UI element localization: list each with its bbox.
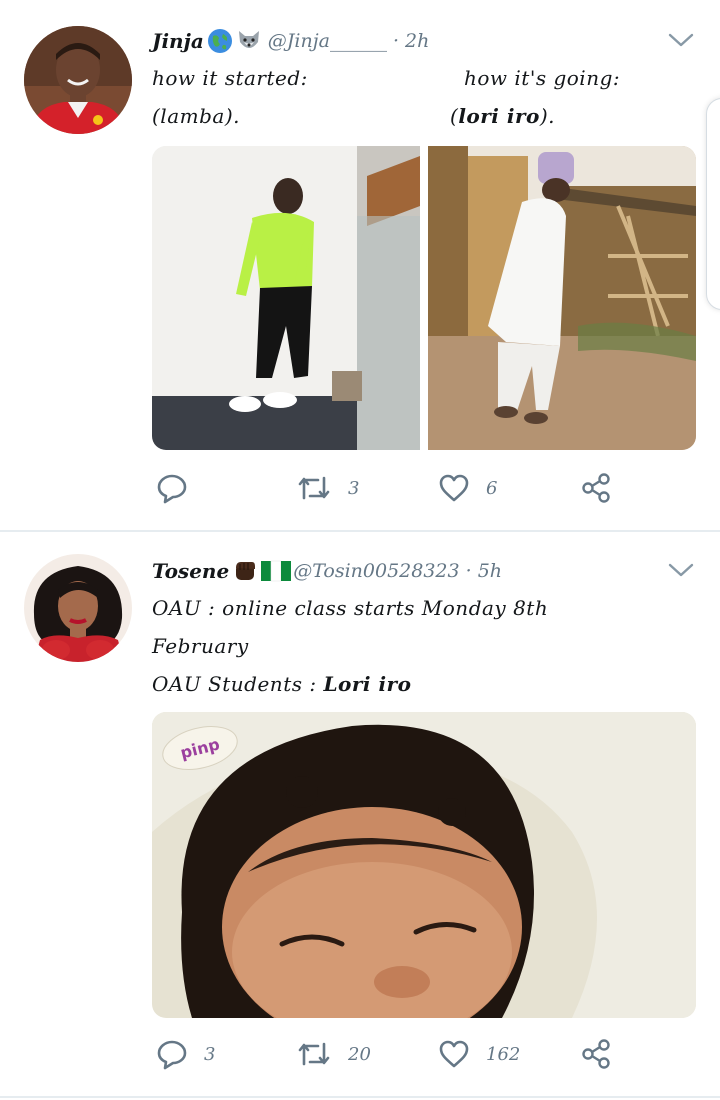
heart-icon: [439, 474, 469, 502]
tweet-image-right[interactable]: [428, 146, 696, 450]
tweet-text-line: February: [152, 634, 249, 658]
tweet-text-line: OAU Students : Lori iro: [152, 672, 412, 696]
floating-edge-tab[interactable]: [706, 98, 720, 310]
chevron-down-icon[interactable]: [668, 562, 694, 578]
retweet-icon: [298, 476, 330, 500]
globe-icon: [207, 28, 233, 54]
display-name[interactable]: Jinja: [152, 29, 204, 53]
like-button[interactable]: 162: [438, 1038, 520, 1070]
share-icon: [582, 1039, 610, 1069]
tweet-card[interactable]: Jinja @Jinja______ · 2h how it started: …: [0, 0, 720, 530]
tweet-actions: 3 6: [152, 472, 672, 512]
tweet-divider: [0, 1096, 720, 1098]
retweet-icon: [298, 1042, 330, 1066]
tweet-header: Jinja @Jinja______ · 2h: [152, 24, 429, 58]
bold-phrase: lori iro: [458, 104, 540, 128]
reply-count: 3: [204, 1043, 216, 1065]
tweet-text-line: how it started:: [152, 66, 308, 90]
timestamp[interactable]: · 5h: [466, 560, 502, 582]
tweet-text-line: OAU : online class starts Monday 8th: [152, 596, 549, 620]
nigeria-flag-icon: [261, 558, 292, 584]
timestamp[interactable]: · 2h: [393, 30, 429, 52]
tweet-image[interactable]: pinp: [152, 712, 696, 1018]
share-button[interactable]: [580, 472, 612, 504]
user-handle[interactable]: @Tosin00528323: [293, 560, 459, 582]
tweet-text-line: how it's going:: [464, 66, 621, 90]
display-name[interactable]: Tosene: [152, 559, 229, 583]
raised-fist-icon: [232, 558, 258, 584]
like-count: 6: [486, 477, 498, 499]
reply-icon: [157, 474, 187, 504]
share-icon: [582, 473, 610, 503]
tweet-header: Tosene @Tosin00528323 · 5h: [152, 554, 502, 588]
chevron-down-icon[interactable]: [668, 32, 694, 48]
avatar[interactable]: [24, 554, 132, 662]
share-button[interactable]: [580, 1038, 612, 1070]
heart-icon: [439, 1040, 469, 1068]
tweet-actions: 3 20 162: [152, 1038, 672, 1078]
tweet-card[interactable]: Tosene @Tosin00528323 · 5h OAU : online …: [0, 532, 720, 1098]
retweet-count: 3: [348, 477, 360, 499]
like-button[interactable]: 6: [438, 472, 497, 504]
retweet-button[interactable]: 20: [296, 1038, 371, 1070]
like-count: 162: [486, 1043, 521, 1065]
tweet-text-line: (lamba).: [152, 104, 240, 128]
retweet-count: 20: [348, 1043, 371, 1065]
tweet-text-line: (lori iro).: [450, 104, 555, 128]
reply-button[interactable]: [156, 472, 204, 504]
reply-icon: [157, 1040, 187, 1070]
retweet-button[interactable]: 3: [296, 472, 359, 504]
tweet-image-left[interactable]: [152, 146, 420, 450]
user-handle[interactable]: @Jinja______: [268, 30, 387, 52]
avatar[interactable]: [24, 26, 132, 134]
reply-button[interactable]: 3: [156, 1038, 215, 1070]
bold-phrase: Lori iro: [323, 672, 412, 696]
wolf-face-icon: [236, 28, 262, 54]
